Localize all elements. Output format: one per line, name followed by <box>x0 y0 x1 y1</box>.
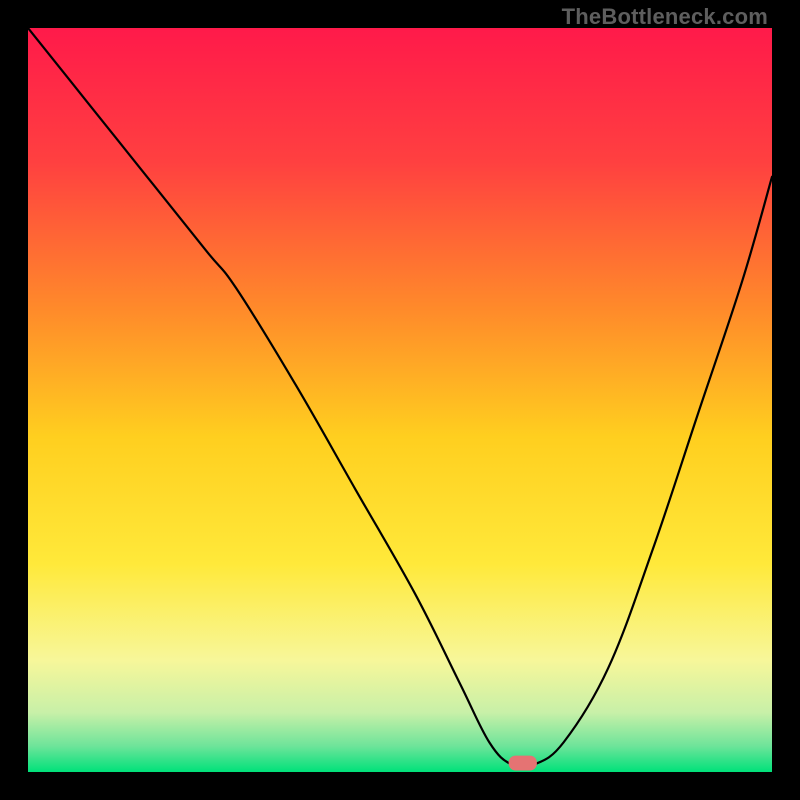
bottleneck-chart <box>28 28 772 772</box>
chart-frame <box>28 28 772 772</box>
watermark-text: TheBottleneck.com <box>562 4 768 30</box>
chart-background <box>28 28 772 772</box>
optimum-marker <box>509 756 537 771</box>
